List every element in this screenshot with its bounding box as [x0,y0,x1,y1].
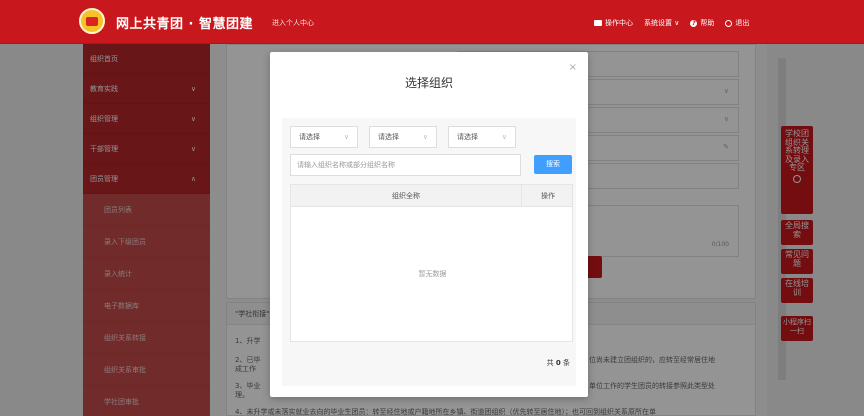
select-org-modal: 选择组织 × 请选择 ∨ 请选择 ∨ 请选择 ∨ 请输入组织名称或部分组织名称 搜索 … [270,52,588,397]
total-number: 0 [555,359,561,367]
brand-title: 网上共青团 · 智慧团建 [116,17,253,32]
workbench-link[interactable]: 操作中心 [594,18,633,28]
org-table: 组织全称 操作 暂无数据 [290,184,573,342]
column-header-name: 组织全称 [291,185,522,207]
power-icon [725,19,733,27]
chevron-down-icon: ∨ [422,133,428,141]
select-label: 请选择 [457,133,478,141]
logout-label: 退出 [735,19,750,27]
total-count: 共 0 条 [547,358,570,368]
help-icon: ? [690,19,698,27]
workbench-label: 操作中心 [605,19,633,27]
district-select[interactable]: 请选择 ∨ [448,126,516,148]
help-label: 帮助 [700,19,715,27]
chevron-down-icon: ∨ [343,133,349,141]
modal-body: 请选择 ∨ 请选择 ∨ 请选择 ∨ 请输入组织名称或部分组织名称 搜索 组织全称 操作… [282,118,576,386]
modal-title: 选择组织 [404,76,453,90]
top-bar: 网上共青团 · 智慧团建 进入个人中心 操作中心 系统设置 ∨ ? 帮助 退出 [0,0,864,44]
select-label: 请选择 [299,133,320,141]
select-label: 请选择 [378,133,399,141]
top-links: 操作中心 系统设置 ∨ ? 帮助 退出 [594,18,749,28]
table-header: 组织全称 操作 [291,185,572,207]
org-search-input[interactable]: 请输入组织名称或部分组织名称 [290,154,521,176]
logo-icon [79,8,105,34]
help-link[interactable]: ? 帮助 [690,18,714,28]
empty-state: 暂无数据 [418,270,447,278]
search-button[interactable]: 搜索 [534,155,572,174]
settings-label: 系统设置 ∨ [644,19,680,27]
mail-icon [594,20,602,26]
close-icon[interactable]: × [569,62,577,73]
settings-menu[interactable]: 系统设置 ∨ [644,18,679,28]
logout-link[interactable]: 退出 [725,18,749,28]
chevron-down-icon: ∨ [501,133,507,141]
city-select[interactable]: 请选择 ∨ [369,126,437,148]
column-header-action: 操作 [541,192,555,200]
province-select[interactable]: 请选择 ∨ [290,126,358,148]
personal-center-link[interactable]: 进入个人中心 [272,18,314,28]
total-suffix: 条 [563,359,570,367]
total-prefix: 共 [546,359,554,367]
